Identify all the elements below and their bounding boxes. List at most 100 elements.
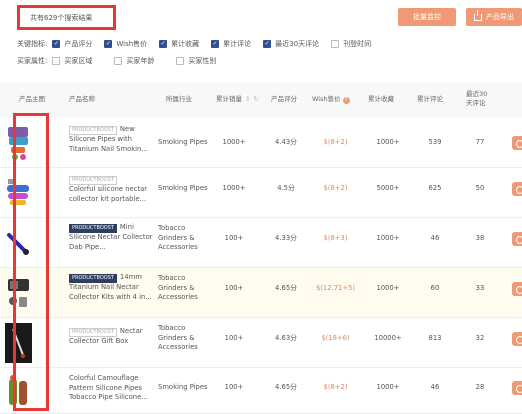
product-industry: Smoking Pipes [158, 184, 208, 192]
product-badge: PRODUCTBOOST [69, 274, 117, 283]
checkbox-rating[interactable]: ✓ 产品评分 [52, 39, 92, 49]
checkbox-reviews[interactable]: ✓ 累计评论 [211, 39, 251, 49]
rating-cell: 4.65分 [275, 383, 297, 391]
checkbox-buyer-gender[interactable]: 买家性别 [176, 56, 216, 66]
wish-price-cell: $(18+6) [321, 334, 350, 342]
row-action-button[interactable] [512, 182, 522, 196]
refresh-icon[interactable]: ↻ [253, 95, 258, 104]
product-industry: Smoking Pipes [158, 383, 208, 391]
rating-cell: 4.63分 [275, 334, 297, 342]
sales-cell: 1000+ [222, 138, 246, 146]
favorites-cell: 1000+ [376, 284, 400, 292]
product-industry: Tobacco Grinders & Accessories [158, 274, 198, 301]
header-industry: 所属行业 [166, 95, 192, 103]
product-badge: PRODUCTBOOST [69, 176, 117, 185]
header-recent-line2: 天评论 [466, 99, 486, 107]
product-name[interactable]: PRODUCTBOOST Nectar Collector Gift Box [69, 327, 153, 347]
wish-price-cell: $(12.71+5) [315, 284, 356, 292]
checkbox-listing-time[interactable]: 刊登时间 [331, 39, 371, 49]
product-name[interactable]: PRODUCTBOOST 14mm Titanium Nail Nectar Co… [69, 273, 153, 302]
table-row[interactable]: Colorful Camouflage Pattern Silicone Pip… [0, 368, 522, 414]
product-title: Colorful Camouflage Pattern Silicone Pip… [69, 374, 148, 401]
checkbox-buyer-age[interactable]: 买家年龄 [114, 56, 154, 66]
header-favorites[interactable]: 累计收藏 [368, 95, 394, 104]
table-row[interactable]: PRODUCTBOOST New Silicone Pipes with Tita… [0, 118, 522, 168]
product-industry: Tobacco Grinders & Accessories [158, 224, 198, 251]
checkbox-label: 买家区域 [64, 57, 93, 65]
product-name[interactable]: PRODUCTBOOST Colorful silicone nectar col… [69, 175, 153, 204]
header-sales-label: 累计销量 [216, 95, 242, 103]
checkbox-icon: ✓ [211, 40, 220, 48]
reviews-cell: 46 [430, 234, 440, 242]
reviews-cell: 60 [430, 284, 440, 292]
table-header: 产品主图 产品名称 所属行业 累计销量 ⇕ ↻ 产品评分 Wish售价? 累计收藏 … [0, 82, 522, 118]
rating-cell: 4.65分 [275, 284, 297, 292]
checkbox-recent-reviews[interactable]: ✓ 最近30天评论 [263, 39, 319, 49]
wish-price-cell: $(8+3) [323, 234, 348, 242]
header-rating[interactable]: 产品评分 [271, 95, 297, 104]
row-action-button[interactable] [512, 282, 522, 296]
product-name[interactable]: Colorful Camouflage Pattern Silicone Pip… [69, 374, 153, 403]
table-row[interactable]: PRODUCTBOOST 14mm Titanium Nail Nectar Co… [0, 268, 522, 318]
image-column-highlight [13, 113, 49, 411]
favorites-cell: 1000+ [376, 234, 400, 242]
checkbox-label: Wish售价 [116, 40, 148, 48]
reviews-cell: 539 [428, 138, 442, 146]
reviews-cell: 813 [428, 334, 442, 342]
reviews-cell: 46 [430, 383, 440, 391]
table-row[interactable]: PRODUCTBOOST Colorful silicone nectar col… [0, 168, 522, 218]
recent-reviews-cell: 32 [475, 334, 485, 342]
checkbox-icon: ✓ [52, 40, 61, 48]
table-row[interactable]: PRODUCTBOOST Nectar Collector Gift Box To… [0, 318, 522, 368]
header-wish-price[interactable]: Wish售价? [312, 95, 350, 104]
product-name[interactable]: PRODUCTBOOST New Silicone Pipes with Tita… [69, 125, 153, 154]
recent-reviews-cell: 33 [475, 284, 485, 292]
row-action-button[interactable] [512, 332, 522, 346]
header-sales[interactable]: 累计销量 ⇕ ↻ [216, 95, 259, 104]
checkbox-icon [52, 57, 61, 65]
checkbox-label: 刊登时间 [343, 40, 372, 48]
product-badge: PRODUCTBOOST [69, 224, 117, 233]
product-badge: PRODUCTBOOST [69, 328, 117, 337]
checkbox-label: 最近30天评论 [275, 40, 320, 48]
sort-icon[interactable]: ⇕ [245, 95, 250, 104]
rating-cell: 4.33分 [275, 234, 297, 242]
sales-cell: 100+ [224, 383, 244, 391]
header-image: 产品主图 [19, 95, 45, 103]
row-action-button[interactable] [512, 232, 522, 246]
recent-reviews-cell: 28 [475, 383, 485, 391]
checkbox-icon [331, 40, 340, 48]
checkbox-buyer-region[interactable]: 买家区域 [52, 56, 92, 66]
product-badge: PRODUCTBOOST [69, 126, 117, 135]
table-row[interactable]: PRODUCTBOOST Mini Silicone Nectar Collect… [0, 218, 522, 268]
checkbox-wish-price[interactable]: ✓ Wish售价 [104, 39, 147, 49]
row-action-button[interactable] [512, 381, 522, 395]
recent-reviews-cell: 38 [475, 234, 485, 242]
checkbox-label: 累计评论 [223, 40, 252, 48]
export-label: 产品导出 [486, 13, 514, 21]
favorites-cell: 5000+ [376, 184, 400, 192]
header-reviews[interactable]: 累计评论 [417, 95, 443, 104]
rating-cell: 4.5分 [277, 184, 295, 192]
wish-price-cell: $(8+2) [323, 138, 348, 146]
sales-cell: 100+ [224, 284, 244, 292]
row-action-button[interactable] [512, 136, 522, 150]
checkbox-icon: ✓ [159, 40, 168, 48]
help-icon[interactable]: ? [342, 97, 350, 104]
product-name[interactable]: PRODUCTBOOST Mini Silicone Nectar Collect… [69, 223, 153, 252]
batch-monitor-button[interactable]: 批量监控 [398, 8, 456, 26]
wish-price-cell: $(8+2) [323, 383, 348, 391]
header-recent-reviews[interactable]: 最近30 天评论 [466, 90, 487, 108]
result-count-box: 共有629个搜索结果 [17, 5, 116, 30]
recent-reviews-cell: 77 [475, 138, 485, 146]
export-button[interactable]: 产品导出 [466, 8, 522, 26]
checkbox-label: 产品评分 [64, 40, 93, 48]
product-industry: Tobacco Grinders & Accessories [158, 324, 198, 351]
wish-price-cell: $(8+2) [323, 184, 348, 192]
checkbox-favorites[interactable]: ✓ 累计收藏 [159, 39, 199, 49]
checkbox-label: 买家性别 [188, 57, 217, 65]
rating-cell: 4.43分 [275, 138, 297, 146]
batch-monitor-label: 批量监控 [413, 13, 441, 21]
header-name: 产品名称 [69, 95, 95, 103]
recent-reviews-cell: 50 [475, 184, 485, 192]
